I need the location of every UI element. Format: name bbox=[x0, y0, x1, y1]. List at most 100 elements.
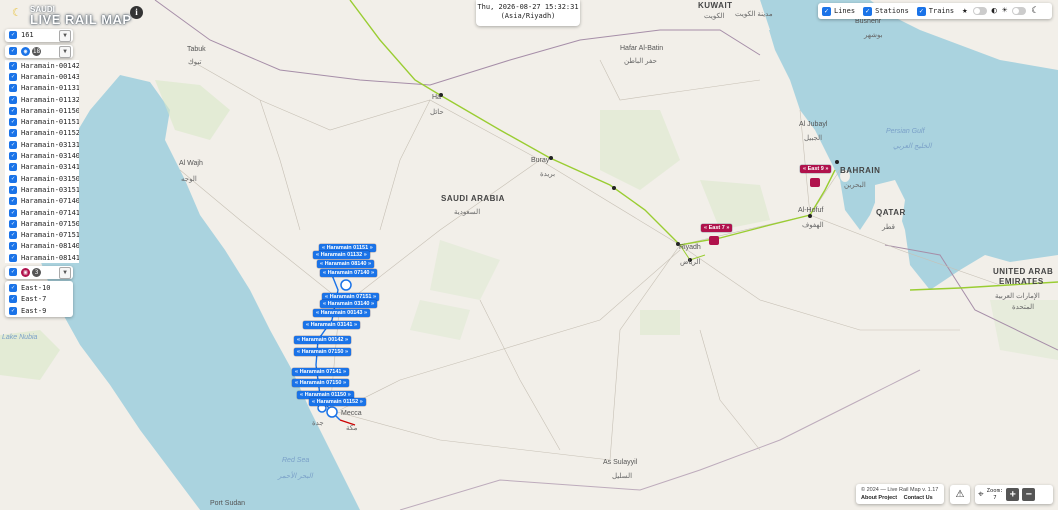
haramain-group-checkbox[interactable]: ✓ bbox=[9, 47, 17, 55]
haramain-train-checkbox[interactable]: ✓ bbox=[9, 253, 17, 262]
haramain-train-checkbox[interactable]: ✓ bbox=[9, 72, 17, 81]
haramain-train-marker[interactable]: « Haramain 00143 » bbox=[313, 309, 371, 317]
stations-checkbox[interactable]: ✓ bbox=[863, 6, 873, 16]
haramain-train-checkbox[interactable]: ✓ bbox=[9, 185, 17, 194]
haramain-train-label: Haramain-08141 bbox=[21, 253, 79, 262]
haramain-train-label: Haramain-08140 bbox=[21, 242, 79, 251]
haramain-train-row[interactable]: ✓ Haramain-00142 bbox=[5, 60, 79, 71]
east-train-row[interactable]: ✓ East-7 bbox=[5, 294, 73, 305]
trains-checkbox[interactable]: ✓ bbox=[916, 6, 926, 16]
all-lines-checkbox[interactable]: ✓ bbox=[9, 31, 17, 39]
haramain-train-checkbox[interactable]: ✓ bbox=[9, 95, 17, 104]
haramain-train-row[interactable]: ✓ Haramain-07150 bbox=[5, 218, 79, 229]
east-train-row[interactable]: ✓ East-10 bbox=[5, 282, 73, 293]
east-train-checkbox[interactable]: ✓ bbox=[9, 295, 17, 304]
haramain-train-row[interactable]: ✓ Haramain-08141 bbox=[5, 252, 79, 263]
app-logo[interactable]: ☾ SAUDI LIVE RAIL MAP i bbox=[6, 3, 156, 27]
haramain-train-row[interactable]: ✓ Haramain-03150 bbox=[5, 173, 79, 184]
haramain-train-marker[interactable]: « Haramain 07150 » bbox=[294, 348, 352, 356]
zoom-in-button[interactable]: + bbox=[1006, 488, 1020, 501]
haramain-train-row[interactable]: ✓ Haramain-03151 bbox=[5, 184, 79, 195]
haramain-train-row[interactable]: ✓ Haramain-08140 bbox=[5, 241, 79, 252]
lines-dropdown-button[interactable]: ▼ bbox=[59, 30, 71, 42]
haramain-train-marker[interactable]: « Haramain 00142 » bbox=[294, 336, 352, 344]
haramain-train-marker[interactable]: « Haramain 07140 » bbox=[320, 269, 378, 277]
haramain-train-checkbox[interactable]: ✓ bbox=[9, 163, 17, 172]
sun-icon: ☀ bbox=[1001, 6, 1008, 16]
east-train-label: East-9 bbox=[21, 306, 47, 315]
haramain-train-label: Haramain-07141 bbox=[21, 208, 79, 217]
haramain-train-row[interactable]: ✓ Haramain-03140 bbox=[5, 150, 79, 161]
haramain-train-row[interactable]: ✓ Haramain-01132 bbox=[5, 94, 79, 105]
haramain-train-marker[interactable]: « Haramain 03140 » bbox=[320, 300, 378, 308]
zoom-out-button[interactable]: − bbox=[1022, 488, 1036, 501]
haramain-train-checkbox[interactable]: ✓ bbox=[9, 242, 17, 251]
haramain-train-checkbox[interactable]: ✓ bbox=[9, 129, 17, 138]
favorites-toggle[interactable] bbox=[972, 7, 987, 15]
haramain-train-marker[interactable]: « Haramain 01152 » bbox=[309, 398, 366, 406]
east-dropdown-button[interactable]: ▼ bbox=[59, 267, 71, 280]
haramain-train-row[interactable]: ✓ Haramain-03141 bbox=[5, 162, 79, 173]
haramain-train-label: Haramain-03140 bbox=[21, 152, 79, 161]
haramain-train-checkbox[interactable]: ✓ bbox=[9, 140, 17, 149]
east-train-icon: ▣ bbox=[21, 267, 30, 277]
haramain-train-marker[interactable]: « Haramain 07150 » bbox=[292, 379, 350, 387]
attribution-box: © 2024 — Live Rail Map v. 1.17 About Pro… bbox=[856, 484, 944, 504]
haramain-train-checkbox[interactable]: ✓ bbox=[9, 118, 17, 127]
stations-label: Stations bbox=[875, 7, 909, 15]
haramain-train-label: Haramain-07151 bbox=[21, 231, 79, 240]
east-train-checkbox[interactable]: ✓ bbox=[9, 283, 17, 292]
haramain-train-row[interactable]: ✓ Haramain-03131 bbox=[5, 139, 79, 150]
east-train-checkbox[interactable]: ✓ bbox=[9, 306, 17, 315]
haramain-train-row[interactable]: ✓ Haramain-00143 bbox=[5, 71, 79, 82]
haramain-train-checkbox[interactable]: ✓ bbox=[9, 174, 17, 183]
datetime-display: Thu, 2026-08-27 15:32:31 (Asia/Riyadh) bbox=[476, 0, 580, 26]
haramain-train-row[interactable]: ✓ Haramain-01151 bbox=[5, 116, 79, 127]
lines-count: 161 bbox=[21, 31, 34, 39]
haramain-train-label: Haramain-01150a bbox=[21, 106, 79, 115]
haramain-train-row[interactable]: ✓ Haramain-07140 bbox=[5, 196, 79, 207]
rail-map[interactable] bbox=[0, 0, 1058, 510]
haramain-train-checkbox[interactable]: ✓ bbox=[9, 152, 17, 161]
haramain-train-marker[interactable]: « Haramain 03141 » bbox=[303, 321, 361, 329]
lines-checkbox[interactable]: ✓ bbox=[822, 6, 831, 16]
east-train-row[interactable]: ✓ East-9 bbox=[5, 305, 73, 316]
zoom-controls: ⌖ Zoom: 7 + − bbox=[975, 485, 1053, 504]
haramain-train-checkbox[interactable]: ✓ bbox=[9, 231, 17, 240]
haramain-train-label: Haramain-01152 bbox=[21, 129, 79, 138]
east-group-checkbox[interactable]: ✓ bbox=[9, 268, 17, 277]
about-project-link[interactable]: About Project bbox=[861, 495, 897, 501]
haramain-train-checkbox[interactable]: ✓ bbox=[9, 106, 17, 115]
haramain-train-checkbox[interactable]: ✓ bbox=[9, 84, 17, 93]
info-icon[interactable]: i bbox=[130, 6, 143, 19]
haramain-train-row[interactable]: ✓ Haramain-01152 bbox=[5, 128, 79, 139]
haramain-train-list: ✓ Haramain-00142 ✓ Haramain-00143 ✓ Haramain-… bbox=[5, 60, 79, 264]
haramain-train-row[interactable]: ✓ Haramain-01150a bbox=[5, 105, 79, 116]
haramain-count-badge: 18 bbox=[32, 46, 41, 56]
haramain-train-checkbox[interactable]: ✓ bbox=[9, 208, 17, 217]
east-count-badge: 3 bbox=[32, 267, 41, 277]
haramain-train-marker[interactable]: « Haramain 07141 » bbox=[292, 368, 350, 376]
haramain-train-row[interactable]: ✓ Haramain-07141 bbox=[5, 207, 79, 218]
haramain-train-marker[interactable]: « Haramain 01132 » bbox=[313, 251, 370, 259]
locate-icon[interactable]: ⌖ bbox=[978, 489, 984, 500]
haramain-train-icon: ◉ bbox=[21, 46, 30, 56]
haramain-train-label: Haramain-01131 bbox=[21, 84, 79, 93]
haramain-train-row[interactable]: ✓ Haramain-07151 bbox=[5, 229, 79, 240]
timezone-text: (Asia/Riyadh) bbox=[500, 12, 556, 20]
haramain-train-checkbox[interactable]: ✓ bbox=[9, 219, 17, 228]
haramain-train-label: Haramain-01132 bbox=[21, 95, 79, 104]
haramain-train-label: Haramain-07140 bbox=[21, 197, 79, 206]
haramain-dropdown-button[interactable]: ▼ bbox=[59, 46, 71, 58]
east-filter: ✓ ▣ 3 ▼ bbox=[5, 266, 73, 280]
haramain-train-checkbox[interactable]: ✓ bbox=[9, 61, 17, 70]
warning-icon: ⚠ bbox=[955, 489, 965, 500]
warning-button[interactable]: ⚠ bbox=[950, 485, 970, 504]
theme-toggle[interactable] bbox=[1012, 7, 1027, 15]
haramain-train-checkbox[interactable]: ✓ bbox=[9, 197, 17, 206]
contact-us-link[interactable]: Contact Us bbox=[904, 495, 933, 501]
east-train-marker[interactable]: « East 7 » bbox=[701, 224, 733, 232]
haramain-train-row[interactable]: ✓ Haramain-01131 bbox=[5, 83, 79, 94]
east-train-marker[interactable]: « East 9 » bbox=[800, 165, 832, 173]
haramain-train-marker[interactable]: « Haramain 08140 » bbox=[317, 260, 375, 268]
